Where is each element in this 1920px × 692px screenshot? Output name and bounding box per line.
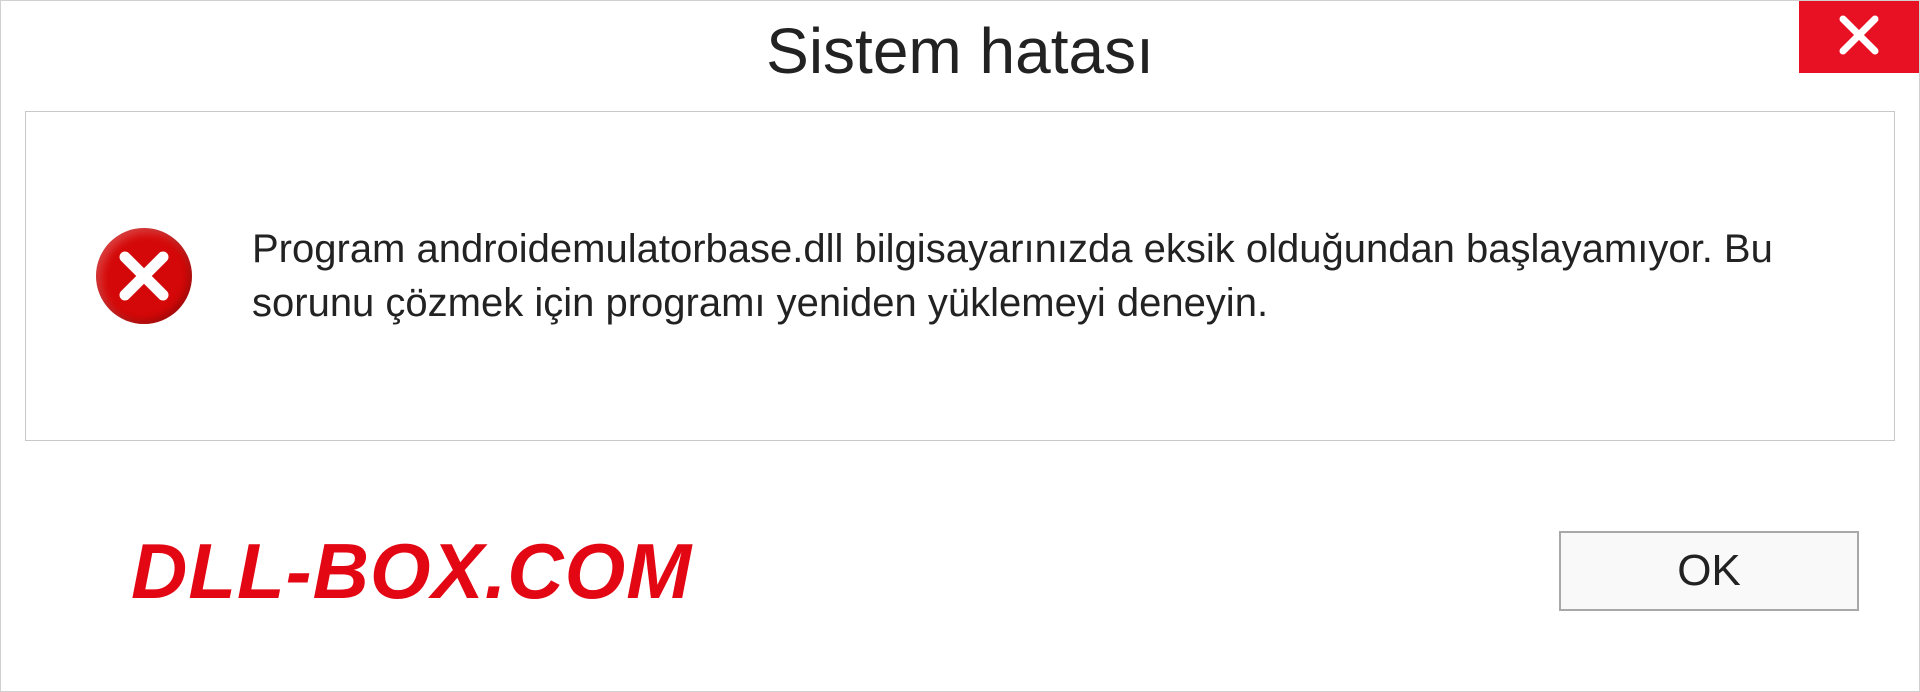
ok-button[interactable]: OK: [1559, 531, 1859, 611]
dialog-footer: DLL-BOX.COM OK: [1, 491, 1919, 691]
dialog-content-panel: Program androidemulatorbase.dll bilgisay…: [25, 111, 1895, 441]
watermark-text: DLL-BOX.COM: [131, 526, 692, 617]
close-icon: [1837, 13, 1881, 62]
error-icon-wrap: [96, 228, 192, 324]
window-title: Sistem hatası: [766, 14, 1154, 88]
titlebar: Sistem hatası: [1, 1, 1919, 101]
close-button[interactable]: [1799, 1, 1919, 73]
error-message: Program androidemulatorbase.dll bilgisay…: [252, 222, 1834, 330]
error-icon: [96, 228, 192, 324]
